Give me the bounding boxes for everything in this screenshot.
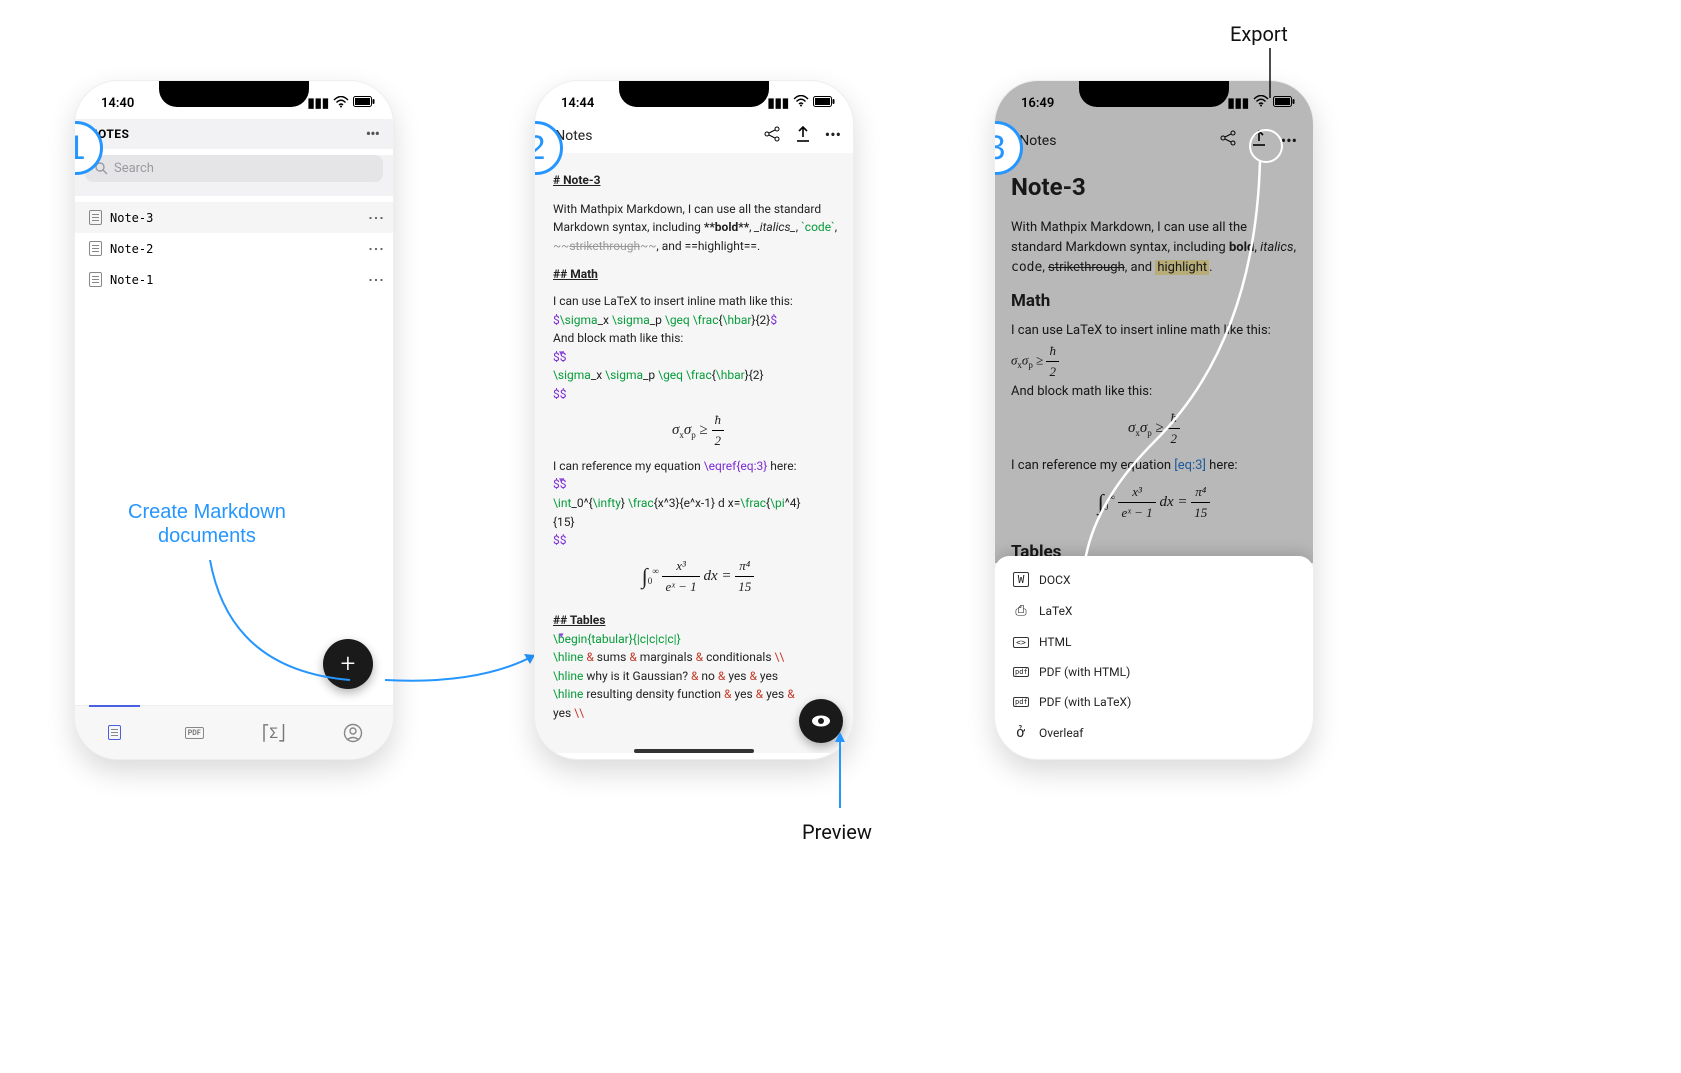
pdf-icon: pdf bbox=[1013, 667, 1029, 677]
document-icon bbox=[89, 210, 102, 225]
nav-pdf-icon[interactable]: PDF bbox=[155, 706, 235, 759]
export-pdf-latex[interactable]: pdf PDF (with LaTeX) bbox=[995, 687, 1313, 717]
document-icon bbox=[89, 241, 102, 256]
docx-icon: W bbox=[1013, 572, 1029, 587]
item-more-icon[interactable]: ⋮ bbox=[373, 241, 379, 256]
md-h2: ## Math bbox=[553, 265, 598, 284]
home-indicator bbox=[634, 749, 754, 753]
md-h2-tables: ## Tables bbox=[553, 611, 605, 630]
item-more-icon[interactable]: ⋮ bbox=[373, 272, 379, 287]
note-title: Note-2 bbox=[110, 242, 153, 256]
note-item[interactable]: Note-2 ⋮ bbox=[75, 233, 393, 264]
export-label: DOCX bbox=[1039, 573, 1070, 587]
clock: 14:44 bbox=[561, 96, 594, 111]
latex-icon: ⎙ bbox=[1013, 603, 1029, 619]
export-html[interactable]: <> HTML bbox=[995, 627, 1313, 657]
search-placeholder: Search bbox=[114, 161, 154, 176]
italics-token: _italics_ bbox=[755, 220, 796, 234]
create-note-fab[interactable]: + bbox=[323, 639, 373, 689]
tabular-begin: \begin{tabular}{|c|c|c|c|} bbox=[553, 632, 681, 646]
export-label: PDF (with HTML) bbox=[1039, 665, 1130, 679]
rendered-eq-2: ∫0∞ x³eˣ − 1 dx = π⁴15 bbox=[553, 550, 843, 603]
share-icon[interactable] bbox=[763, 125, 781, 147]
note-title: Note-3 bbox=[110, 211, 153, 225]
phone-step-2: 2 14:44 ▮▮▮ ‹ Notes ••• # Note-3 bbox=[534, 80, 854, 760]
phone-step-3: 3 16:49 ▮▮▮ ‹Notes ••• Note-3 With Mathp bbox=[994, 80, 1314, 760]
html-icon: <> bbox=[1013, 637, 1029, 648]
export-annotation: Export bbox=[1230, 22, 1288, 46]
battery-icon bbox=[1273, 96, 1295, 111]
inline-math-lead: I can use LaTeX to insert inline math li… bbox=[553, 292, 843, 311]
wifi-icon bbox=[793, 95, 809, 111]
highlight-token: ==highlight== bbox=[685, 239, 757, 253]
item-more-icon[interactable]: ⋮ bbox=[373, 210, 379, 225]
export-overleaf[interactable]: ở Overleaf bbox=[995, 717, 1313, 749]
signal-icon: ▮▮▮ bbox=[768, 96, 789, 111]
nav-profile-icon[interactable] bbox=[314, 706, 394, 759]
strike-token: strikethrough bbox=[569, 239, 640, 253]
preview-annotation: Preview bbox=[802, 820, 872, 844]
more-icon[interactable]: ••• bbox=[366, 131, 379, 137]
nav-scan-icon[interactable]: ⎡Σ⎦ bbox=[234, 706, 314, 759]
notch bbox=[159, 81, 309, 107]
note-item[interactable]: Note-1 ⋮ bbox=[75, 264, 393, 295]
notes-list: Note-3 ⋮ Note-2 ⋮ Note-1 ⋮ bbox=[75, 196, 393, 301]
note-item[interactable]: Note-3 ⋮ bbox=[75, 202, 393, 233]
notch bbox=[619, 81, 769, 107]
rendered-eq-1: σxσp ≥ ħ2 bbox=[553, 404, 843, 457]
bottom-nav: PDF ⎡Σ⎦ bbox=[75, 705, 393, 759]
overleaf-icon: ở bbox=[1013, 725, 1029, 741]
battery-icon bbox=[353, 96, 375, 110]
export-pdf-html[interactable]: pdf PDF (with HTML) bbox=[995, 657, 1313, 687]
clock: 16:49 bbox=[1021, 96, 1054, 111]
clock: 14:40 bbox=[101, 96, 134, 111]
eye-icon bbox=[810, 710, 832, 732]
export-latex[interactable]: ⎙ LaTeX bbox=[995, 595, 1313, 627]
export-label: PDF (with LaTeX) bbox=[1039, 695, 1131, 709]
block-lead: And block math like this: bbox=[553, 329, 843, 348]
preview-fab[interactable] bbox=[799, 699, 843, 743]
export-label: Overleaf bbox=[1039, 726, 1083, 740]
create-docs-annotation: Create Markdown documents bbox=[128, 500, 286, 548]
wifi-icon bbox=[333, 96, 349, 111]
signal-icon: ▮▮▮ bbox=[1228, 96, 1249, 111]
editor-body[interactable]: # Note-3 With Mathpix Markdown, I can us… bbox=[535, 153, 853, 753]
wifi-icon bbox=[1253, 95, 1269, 111]
math-delim: $$ bbox=[553, 531, 843, 550]
nav-notes-icon[interactable] bbox=[75, 706, 155, 759]
md-h1: # Note-3 bbox=[553, 171, 600, 190]
phone-step-1: 1 14:40 ▮▮▮ NOTES ••• Search bbox=[74, 80, 394, 760]
code-token: `code` bbox=[801, 220, 835, 234]
eqref-token: \eqref{eq:3} bbox=[704, 459, 768, 473]
export-icon[interactable] bbox=[795, 125, 811, 147]
document-icon bbox=[89, 272, 102, 287]
bold-token: **bold** bbox=[704, 220, 749, 234]
signal-icon: ▮▮▮ bbox=[308, 97, 329, 110]
export-sheet: W DOCX ⎙ LaTeX <> HTML pdf PDF (with HTML) p… bbox=[995, 556, 1313, 759]
math-delim: $$ bbox=[553, 385, 843, 404]
notch bbox=[1079, 81, 1229, 107]
export-label: LaTeX bbox=[1039, 604, 1072, 618]
search-input[interactable]: Search bbox=[85, 155, 383, 182]
modal-backdrop[interactable] bbox=[995, 81, 1313, 563]
more-icon[interactable]: ••• bbox=[825, 125, 841, 147]
note-title: Note-1 bbox=[110, 273, 153, 287]
export-label: HTML bbox=[1039, 635, 1072, 649]
battery-icon bbox=[813, 96, 835, 111]
export-docx[interactable]: W DOCX bbox=[995, 564, 1313, 595]
pdf-icon: pdf bbox=[1013, 697, 1029, 707]
ref-lead: I can reference my equation bbox=[553, 459, 704, 473]
